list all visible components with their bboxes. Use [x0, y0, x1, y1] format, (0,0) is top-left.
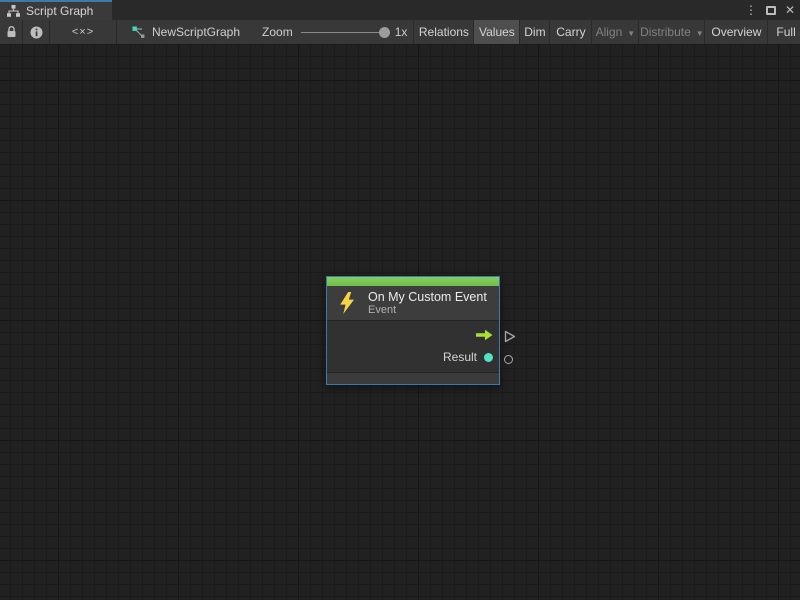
- graph-canvas[interactable]: On My Custom Event Event Result: [0, 45, 800, 600]
- values-toggle[interactable]: Values: [473, 20, 520, 44]
- align-dropdown[interactable]: Align ▼: [591, 20, 639, 44]
- close-icon[interactable]: ✕: [785, 4, 795, 16]
- dim-toggle[interactable]: Dim: [519, 20, 550, 44]
- carry-toggle[interactable]: Carry: [549, 20, 592, 44]
- port-label: Result: [443, 350, 477, 364]
- graph-hierarchy-icon: [7, 5, 20, 17]
- chevron-down-icon: ▼: [696, 29, 704, 38]
- zoom-slider-handle[interactable]: [379, 27, 390, 38]
- graph-reference[interactable]: NewScriptGraph: [117, 20, 240, 44]
- event-node[interactable]: On My Custom Event Event Result: [326, 276, 500, 385]
- graph-name: NewScriptGraph: [152, 25, 240, 39]
- node-titles: On My Custom Event Event: [368, 290, 487, 317]
- control-flow-arrow-icon[interactable]: [476, 329, 493, 341]
- node-subtitle: Event: [368, 304, 487, 317]
- lock-button[interactable]: [0, 20, 23, 44]
- overview-button[interactable]: Overview: [704, 20, 768, 44]
- code-preview-button[interactable]: <×>: [50, 20, 117, 44]
- zoom-control: Zoom 1x: [240, 20, 413, 44]
- zoom-value: 1x: [395, 25, 408, 39]
- zoom-slider[interactable]: [301, 32, 387, 33]
- chevron-down-icon: ▼: [627, 29, 635, 38]
- script-graph-window: Script Graph ⋮ ✕: [0, 0, 800, 600]
- titlebar: Script Graph ⋮ ✕: [0, 0, 800, 20]
- control-output-port-icon[interactable]: [504, 330, 516, 343]
- maximize-icon[interactable]: [766, 6, 776, 15]
- fullscreen-button[interactable]: Full Screen: [767, 20, 800, 44]
- relations-toggle[interactable]: Relations: [413, 20, 474, 44]
- lock-icon: [6, 26, 17, 38]
- script-graph-asset-icon: [132, 26, 145, 39]
- value-port-dot[interactable]: [484, 353, 493, 362]
- info-button[interactable]: [23, 20, 50, 44]
- zoom-label: Zoom: [262, 25, 293, 39]
- code-icon: <×>: [72, 26, 94, 38]
- value-output-port-icon[interactable]: [504, 355, 513, 364]
- node-footer: [327, 372, 499, 384]
- toolbar: <×> NewScriptGraph Zoom 1x Relations Va: [0, 20, 800, 45]
- info-icon: [30, 26, 43, 39]
- window-controls: ⋮ ✕: [745, 0, 795, 20]
- tab-title: Script Graph: [26, 4, 93, 18]
- value-output-row: Result: [327, 346, 499, 368]
- node-header[interactable]: On My Custom Event Event: [327, 286, 499, 321]
- node-title: On My Custom Event: [368, 290, 487, 304]
- node-body: Result: [327, 321, 499, 372]
- control-output-row: [327, 324, 499, 346]
- lightning-bolt-icon: [338, 292, 355, 314]
- window-menu-icon[interactable]: ⋮: [745, 4, 757, 16]
- node-accent-bar: [327, 277, 499, 286]
- tab-script-graph[interactable]: Script Graph: [0, 0, 112, 20]
- distribute-dropdown[interactable]: Distribute ▼: [638, 20, 705, 44]
